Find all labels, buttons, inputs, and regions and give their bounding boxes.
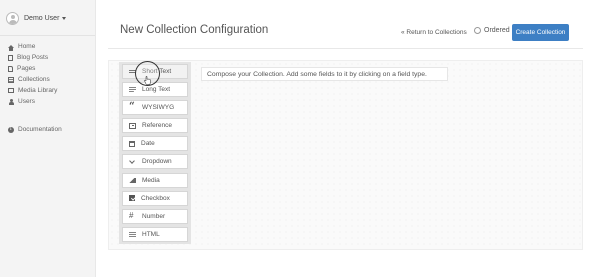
main-panel: New Collection Configuration « Return to… <box>95 0 600 277</box>
reference-icon <box>129 122 136 129</box>
sidebar-item-collections[interactable]: Collections <box>8 74 57 85</box>
list-icon <box>129 231 136 238</box>
chevron-down-icon <box>129 159 136 165</box>
field-type-date[interactable]: Date <box>122 136 188 152</box>
field-type-reference[interactable]: Reference <box>122 118 188 134</box>
sidebar-item-users[interactable]: Users <box>8 96 57 107</box>
field-type-label: Reference <box>142 122 172 130</box>
long-text-icon <box>129 86 136 93</box>
sidebar-item-label: Collections <box>18 76 50 83</box>
field-type-label: Dropdown <box>142 158 172 166</box>
collections-icon <box>8 76 14 83</box>
field-type-long-text[interactable]: Long Text <box>122 82 188 98</box>
field-type-label: Media <box>142 176 160 184</box>
sidebar-item-label: Users <box>18 98 35 105</box>
sidebar-item-label: Home <box>18 43 36 50</box>
sidebar-divider <box>0 35 95 36</box>
sidebar-item-home[interactable]: Home <box>8 41 57 52</box>
field-type-label: Number <box>142 212 166 220</box>
ordered-radio[interactable] <box>474 27 481 34</box>
quote-icon <box>129 101 136 112</box>
sidebar-item-label: Pages <box>17 65 36 72</box>
return-to-collections-link[interactable]: « Return to Collections <box>401 29 467 36</box>
media-icon <box>8 88 14 93</box>
calendar-icon <box>129 140 135 147</box>
field-type-label: HTML <box>142 230 160 238</box>
user-icon <box>8 98 14 105</box>
sidebar-item-pages[interactable]: Pages <box>8 63 57 74</box>
sidebar-item-media-library[interactable]: Media Library <box>8 85 57 96</box>
field-type-media[interactable]: Media <box>122 172 188 188</box>
user-name: Demo User <box>24 14 60 22</box>
field-type-html[interactable]: HTML <box>122 226 188 242</box>
create-collection-button[interactable]: Create Collection <box>512 24 569 41</box>
sidebar-item-label: Documentation <box>18 126 62 133</box>
image-icon <box>129 177 136 183</box>
field-type-label: Date <box>141 140 155 148</box>
field-type-checkbox[interactable]: Checkbox <box>122 190 188 206</box>
sidebar-item-label: Blog Posts <box>17 54 49 61</box>
ordered-label: Ordered <box>484 27 510 34</box>
header-divider <box>108 48 583 49</box>
field-type-wysiwyg[interactable]: WYSIWYG <box>122 100 188 116</box>
hash-icon <box>129 211 136 220</box>
hand-cursor-icon <box>144 76 151 85</box>
ordered-toggle[interactable]: Ordered <box>474 27 510 34</box>
sidebar-item-documentation[interactable]: Documentation <box>8 124 62 135</box>
field-type-list: Short Text Long Text WYSIWYG Reference D… <box>119 62 191 244</box>
checkbox-icon <box>129 195 135 202</box>
sidebar-nav: Home Blog Posts Pages Collections Media … <box>8 41 57 107</box>
sidebar-item-blog-posts[interactable]: Blog Posts <box>8 52 57 63</box>
field-type-label: Long Text <box>142 86 171 94</box>
caret-down-icon <box>62 16 67 20</box>
field-type-dropdown[interactable]: Dropdown <box>122 154 188 170</box>
page-icon <box>8 65 13 72</box>
field-type-number[interactable]: Number <box>122 208 188 224</box>
sidebar: Demo User Home Blog Posts Pages Collecti… <box>0 0 95 277</box>
page-title: New Collection Configuration <box>120 24 269 36</box>
user-menu[interactable]: Demo User <box>6 9 67 27</box>
compose-hint: Compose your Collection. Add some fields… <box>201 67 448 81</box>
field-type-label: WYSIWYG <box>142 104 175 112</box>
field-type-label: Checkbox <box>141 194 170 202</box>
info-icon <box>8 126 14 133</box>
document-icon <box>8 54 13 61</box>
home-icon <box>8 45 14 51</box>
sidebar-item-label: Media Library <box>18 87 58 94</box>
avatar <box>6 11 19 25</box>
